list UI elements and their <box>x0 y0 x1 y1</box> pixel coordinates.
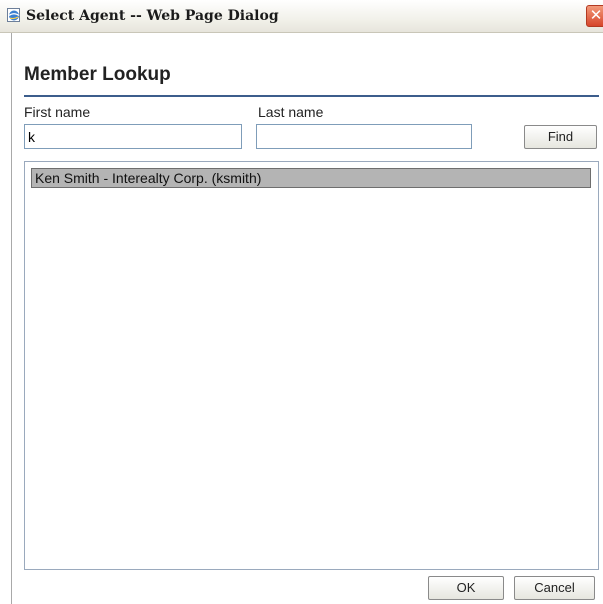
result-row-selected[interactable]: Ken Smith - Interealty Corp. (ksmith) <box>31 168 591 188</box>
dialog-left-border <box>11 33 12 604</box>
window-title: Select Agent -- Web Page Dialog <box>26 8 279 24</box>
first-name-input[interactable] <box>24 124 242 149</box>
last-name-label: Last name <box>258 104 324 120</box>
heading-divider <box>24 95 599 97</box>
cancel-button[interactable]: Cancel <box>514 576 595 600</box>
results-list[interactable]: Ken Smith - Interealty Corp. (ksmith) <box>24 161 599 570</box>
first-name-label: First name <box>24 104 91 120</box>
page-title: Member Lookup <box>24 64 171 85</box>
close-button[interactable]: ✕ <box>586 5 603 27</box>
title-bar[interactable]: Select Agent -- Web Page Dialog ✕ <box>0 0 603 33</box>
find-button[interactable]: Find <box>524 125 597 149</box>
close-icon: ✕ <box>589 7 603 24</box>
ok-button[interactable]: OK <box>428 576 504 600</box>
ie-page-icon <box>6 7 22 23</box>
last-name-input[interactable] <box>256 124 472 149</box>
